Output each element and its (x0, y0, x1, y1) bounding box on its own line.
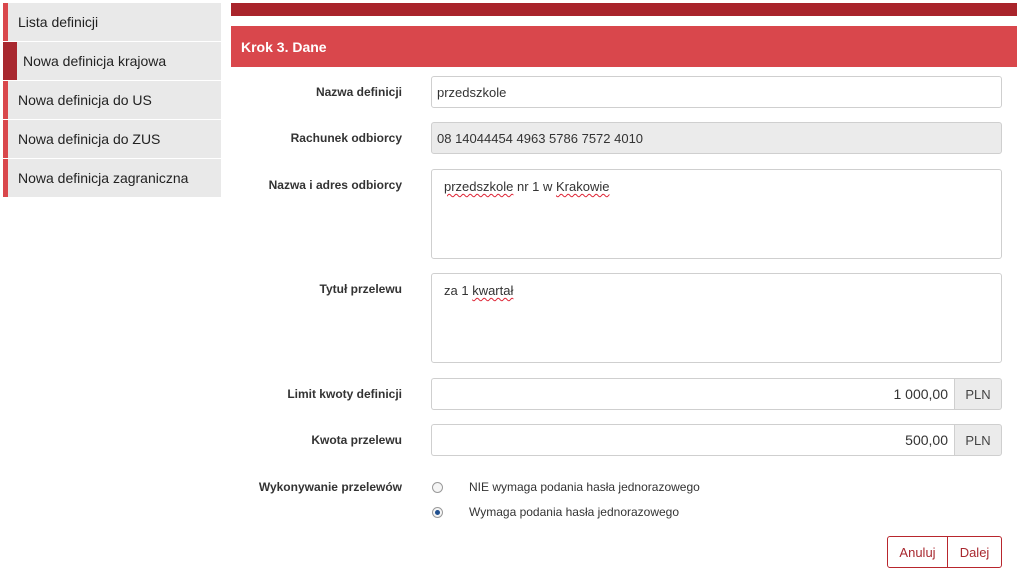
definition-limit-value: 1 000,00 (893, 386, 949, 402)
sidebar-item-nowa-definicja-do-zus[interactable]: Nowa definicja do ZUS (3, 120, 221, 158)
transfer-amount-input[interactable]: 500,00 (431, 424, 954, 456)
text-segment: przedszkole (444, 179, 514, 194)
transfer-title-value: za 1 kwartał (444, 283, 513, 298)
step-header: Krok 3. Dane (231, 26, 1017, 67)
sidebar-item-label: Nowa definicja krajowa (23, 53, 167, 69)
radio-button[interactable] (432, 481, 443, 493)
sidebar-item-label: Nowa definicja do US (18, 92, 152, 108)
sidebar-item-lista-definicji[interactable]: Lista definicji (3, 3, 221, 41)
recipient-account-value: 08 14044454 4963 5786 7572 4010 (437, 130, 644, 146)
progress-bar (231, 3, 1017, 16)
sidebar-item-nowa-definicja-zagraniczna[interactable]: Nowa definicja zagraniczna (3, 159, 221, 197)
definition-limit-input[interactable]: 1 000,00 (431, 378, 954, 410)
currency-badge: PLN (954, 424, 1002, 456)
recipient-account-field: 08 14044454 4963 5786 7572 4010 (431, 122, 1002, 154)
currency-badge: PLN (954, 378, 1002, 410)
radio-label: Wymaga podania hasła jednorazowego (469, 505, 680, 519)
step-title: Krok 3. Dane (241, 38, 327, 55)
radio-label: NIE wymaga podania hasła jednorazowego (469, 480, 700, 494)
recipient-account-label: Rachunek odbiorcy (290, 131, 402, 145)
transfer-title-textarea[interactable]: za 1 kwartał (431, 273, 1002, 363)
definition-limit-group: 1 000,00 PLN (431, 378, 1002, 410)
recipient-name-address-textarea[interactable]: przedszkole nr 1 w Krakowie (431, 169, 1002, 259)
sidebar-item-nowa-definicja-krajowa[interactable]: Nowa definicja krajowa (3, 42, 221, 80)
definition-name-input[interactable]: przedszkole (431, 76, 1002, 108)
definition-limit-label: Limit kwoty definicji (287, 387, 402, 401)
sidebar-item-label: Nowa definicja do ZUS (18, 131, 161, 147)
transfer-amount-group: 500,00 PLN (431, 424, 1002, 456)
radio-button[interactable] (432, 506, 443, 518)
text-segment: Krakowie (556, 179, 610, 194)
execution-label: Wykonywanie przelewów (258, 480, 402, 494)
transfer-title-label: Tytuł przelewu (319, 282, 402, 296)
transfer-amount-label: Kwota przelewu (311, 433, 402, 447)
sidebar-item-nowa-definicja-do-us[interactable]: Nowa definicja do US (3, 81, 221, 119)
next-button[interactable]: Dalej (947, 536, 1002, 568)
sidebar-item-label: Lista definicji (18, 14, 99, 30)
cancel-button[interactable]: Anuluj (887, 536, 948, 568)
text-segment: nr 1 w (513, 179, 556, 194)
sidebar: Lista definicji Nowa definicja krajowa N… (3, 3, 221, 198)
execution-option-no-otp[interactable]: NIE wymaga podania hasła jednorazowego (431, 480, 700, 494)
definition-name-value: przedszkole (437, 84, 507, 100)
transfer-amount-value: 500,00 (905, 432, 948, 448)
sidebar-item-label: Nowa definicja zagraniczna (18, 170, 189, 186)
recipient-name-address-label: Nazwa i adres odbiorcy (268, 178, 402, 192)
recipient-name-address-value: przedszkole nr 1 w Krakowie (444, 179, 609, 194)
text-segment: za 1 (444, 283, 473, 298)
execution-option-otp[interactable]: Wymaga podania hasła jednorazowego (431, 505, 679, 519)
text-segment: kwartał (472, 283, 514, 298)
definition-name-label: Nazwa definicji (315, 85, 402, 99)
